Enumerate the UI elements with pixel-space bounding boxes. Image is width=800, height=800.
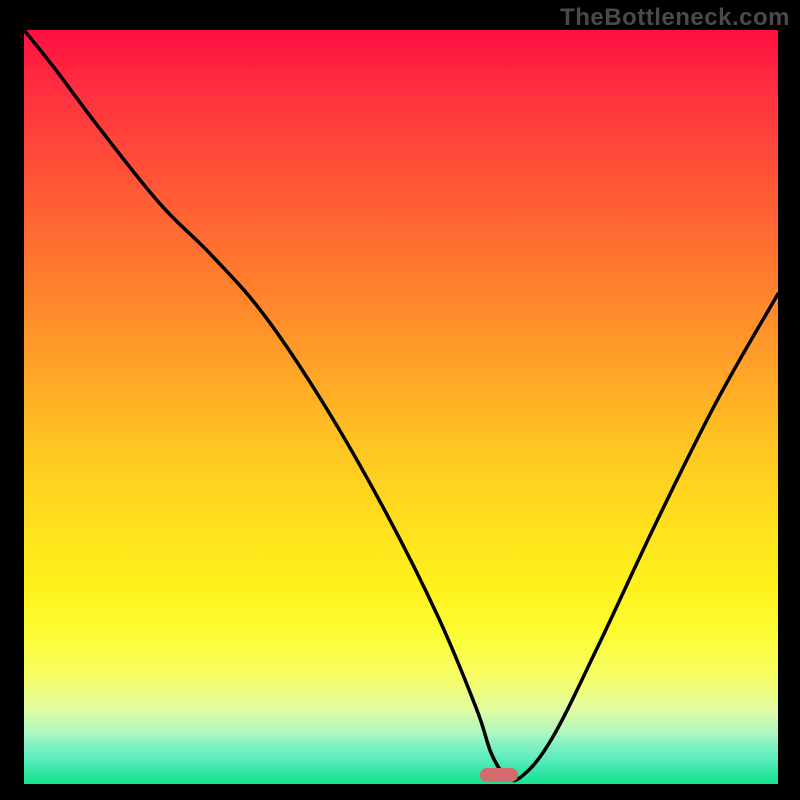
watermark-text: TheBottleneck.com [560,4,790,32]
plot-area [24,30,778,784]
chart-frame: TheBottleneck.com [0,0,800,800]
optimal-marker [480,768,518,782]
bottleneck-curve [24,30,778,784]
